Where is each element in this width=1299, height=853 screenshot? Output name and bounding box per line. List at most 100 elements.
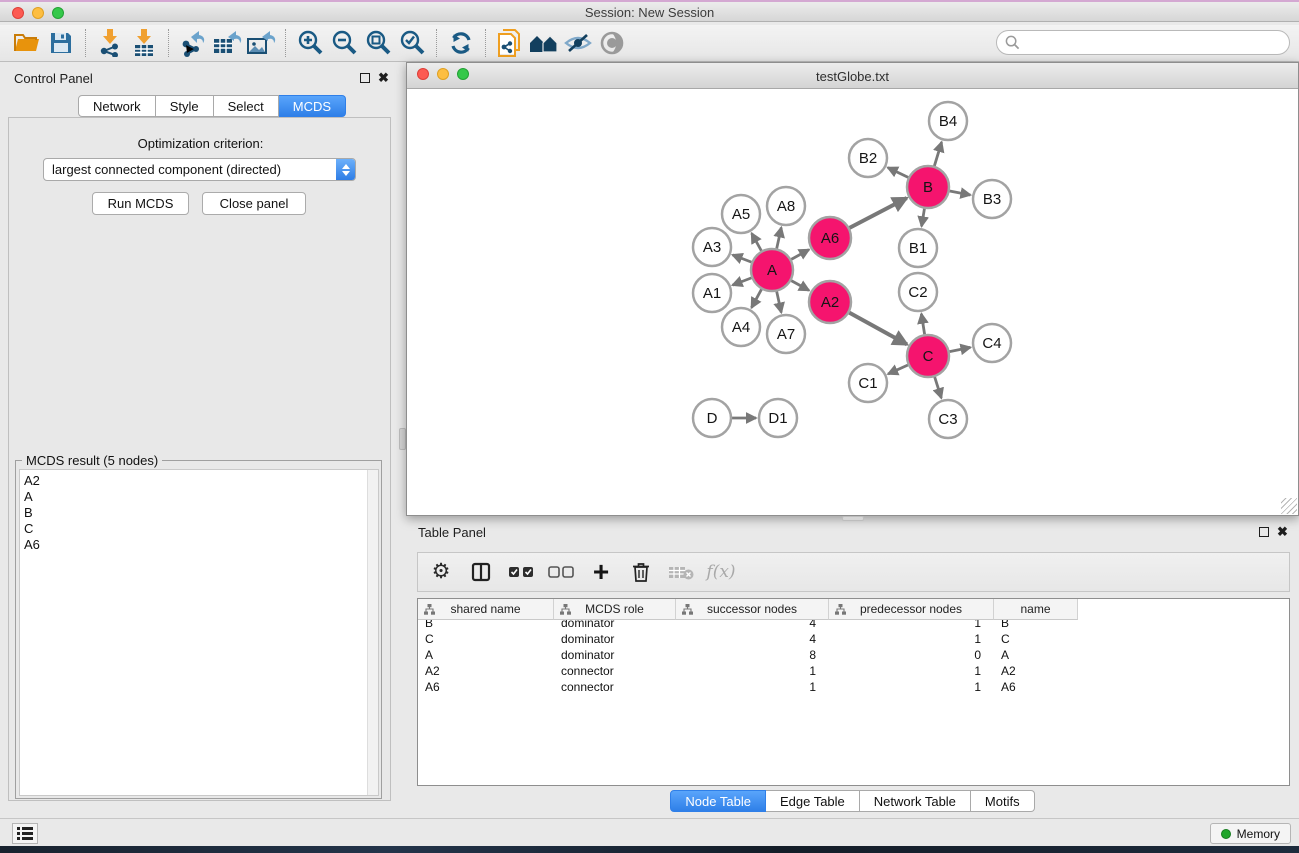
zoom-fit-icon[interactable] <box>361 28 395 58</box>
graph-edge-B-B2[interactable] <box>888 168 908 178</box>
table-cell[interactable]: A <box>994 647 1078 663</box>
criterion-dropdown[interactable]: largest connected component (directed) <box>43 158 356 181</box>
column-header-successor-nodes[interactable]: successor nodes <box>676 599 829 620</box>
list-item[interactable]: C <box>24 521 378 537</box>
table-cell[interactable]: 1 <box>676 679 829 695</box>
window-resize-grip[interactable] <box>1281 498 1297 514</box>
import-table-icon[interactable] <box>127 28 161 58</box>
table-cell[interactable]: 8 <box>676 647 829 663</box>
table-cell[interactable]: 4 <box>676 631 829 647</box>
graph-edge-A2-C[interactable] <box>849 313 907 345</box>
close-panel-icon[interactable]: ✖ <box>378 73 389 83</box>
table-cell-empty <box>1078 631 1289 647</box>
graph-edge-C-C1[interactable] <box>888 365 908 374</box>
task-history-button[interactable] <box>12 823 38 844</box>
export-table-icon[interactable] <box>210 28 244 58</box>
list-item[interactable]: A6 <box>24 537 378 553</box>
network-canvas[interactable]: B4B2BB3A8A5A6A3B1AA1C2A2A4A7C4CC1C3DD1 <box>407 89 1298 515</box>
select-all-icon[interactable] <box>508 559 534 585</box>
table-cell[interactable]: C <box>994 631 1078 647</box>
eye-icon[interactable] <box>595 28 629 58</box>
graph-edge-A-A7[interactable] <box>777 291 782 312</box>
clone-network-icon[interactable] <box>493 28 527 58</box>
scrollbar[interactable] <box>367 470 378 795</box>
table-cell[interactable]: dominator <box>554 631 676 647</box>
table-cell[interactable]: 0 <box>829 647 994 663</box>
horizontal-splitter-handle[interactable] <box>842 516 864 521</box>
zoom-out-icon[interactable] <box>327 28 361 58</box>
column-header-mcds-role[interactable]: MCDS role <box>554 599 676 620</box>
tab-node-table[interactable]: Node Table <box>670 790 766 812</box>
graph-node-label: C1 <box>858 375 877 392</box>
graph-edge-A-A5[interactable] <box>752 233 762 251</box>
export-network-icon[interactable] <box>176 28 210 58</box>
delete-column-icon[interactable] <box>628 559 654 585</box>
ndex-home-icon[interactable] <box>527 28 561 58</box>
table-cell[interactable]: dominator <box>554 647 676 663</box>
graph-edge-A-A8[interactable] <box>777 227 782 248</box>
export-image-icon[interactable] <box>244 28 278 58</box>
table-cell[interactable]: connector <box>554 663 676 679</box>
column-header-shared-name[interactable]: shared name <box>418 599 554 620</box>
table-cell[interactable]: A <box>418 647 554 663</box>
tab-select[interactable]: Select <box>214 95 279 117</box>
column-header-name[interactable]: name <box>994 599 1078 620</box>
graph-edge-B-B3[interactable] <box>950 191 971 195</box>
table-cell[interactable]: A6 <box>418 679 554 695</box>
memory-button[interactable]: Memory <box>1210 823 1291 844</box>
tab-style[interactable]: Style <box>156 95 214 117</box>
list-item[interactable]: B <box>24 505 378 521</box>
refresh-icon[interactable] <box>444 28 478 58</box>
add-column-icon[interactable]: + <box>588 559 614 585</box>
graph-edge-C-C2[interactable] <box>921 314 924 335</box>
tab-motifs[interactable]: Motifs <box>971 790 1035 812</box>
table-cell[interactable]: C <box>418 631 554 647</box>
hide-graphics-icon[interactable] <box>561 28 595 58</box>
network-graph[interactable]: B4B2BB3A8A5A6A3B1AA1C2A2A4A7C4CC1C3DD1 <box>407 89 1298 515</box>
list-item[interactable]: A2 <box>24 473 378 489</box>
split-panel-icon[interactable] <box>468 559 494 585</box>
zoom-selected-icon[interactable] <box>395 28 429 58</box>
vertical-splitter-handle[interactable] <box>399 428 406 450</box>
list-item[interactable]: A <box>24 489 378 505</box>
graph-edge-A-A6[interactable] <box>791 250 809 260</box>
deselect-all-icon[interactable] <box>548 559 574 585</box>
table-cell[interactable]: A2 <box>994 663 1078 679</box>
table-cell[interactable]: 1 <box>829 631 994 647</box>
graph-edge-A6-B[interactable] <box>850 198 907 228</box>
float-panel-icon[interactable] <box>360 73 370 83</box>
mcds-result-list[interactable]: A2 A B C A6 <box>19 469 379 796</box>
delete-table-icon[interactable] <box>668 559 694 585</box>
table-cell[interactable]: 1 <box>676 663 829 679</box>
graph-edge-A-A1[interactable] <box>733 278 752 285</box>
table-cell[interactable]: 1 <box>829 663 994 679</box>
gear-icon[interactable]: ⚙ <box>428 559 454 585</box>
open-session-icon[interactable] <box>10 28 44 58</box>
table-cell[interactable]: A6 <box>994 679 1078 695</box>
zoom-in-icon[interactable] <box>293 28 327 58</box>
close-panel-button[interactable]: Close panel <box>202 192 306 215</box>
run-mcds-button[interactable]: Run MCDS <box>92 192 189 215</box>
table-cell[interactable]: connector <box>554 679 676 695</box>
graph-edge-C-C4[interactable] <box>950 347 971 351</box>
save-session-icon[interactable] <box>44 28 78 58</box>
graph-edge-A-A2[interactable] <box>791 281 809 291</box>
graph-edge-B-B4[interactable] <box>934 142 941 166</box>
tab-mcds[interactable]: MCDS <box>279 95 346 117</box>
table-cell[interactable]: 1 <box>829 679 994 695</box>
tab-edge-table[interactable]: Edge Table <box>766 790 860 812</box>
search-input[interactable] <box>996 30 1290 55</box>
graph-edge-A-A3[interactable] <box>733 255 752 262</box>
toolbar-separator <box>485 29 486 57</box>
table-cell[interactable]: A2 <box>418 663 554 679</box>
graph-edge-B-B1[interactable] <box>922 209 925 227</box>
float-panel-icon[interactable] <box>1259 527 1269 537</box>
function-builder-icon[interactable]: f(x) <box>708 559 734 585</box>
graph-edge-C-C3[interactable] <box>935 377 942 398</box>
import-network-icon[interactable] <box>93 28 127 58</box>
graph-edge-A-A4[interactable] <box>752 289 762 307</box>
close-panel-icon[interactable]: ✖ <box>1277 527 1288 537</box>
column-header-predecessor-nodes[interactable]: predecessor nodes <box>829 599 994 620</box>
tab-network[interactable]: Network <box>78 95 156 117</box>
tab-network-table[interactable]: Network Table <box>860 790 971 812</box>
